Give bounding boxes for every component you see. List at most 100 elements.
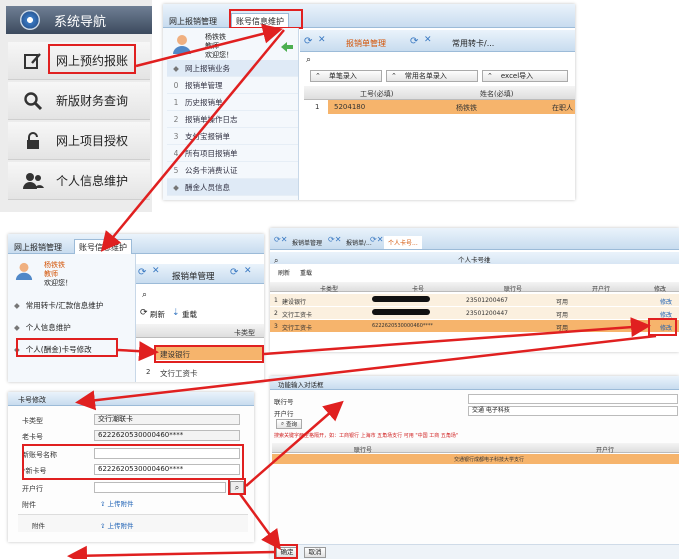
bank-search-title: 功能输入对话框 xyxy=(278,381,324,389)
refresh-tab-icon[interactable]: ⟳✕ xyxy=(274,235,287,244)
nav-item-finance-query[interactable]: 新版财务查询 xyxy=(8,82,150,120)
tab-personal-card[interactable]: 个人卡号... xyxy=(384,236,422,249)
menu-item-all-projects[interactable]: 4 所有项目报销单 xyxy=(167,145,298,162)
system-nav-header: 系统导航 xyxy=(6,6,152,34)
column-header-name: 姓名(必填) xyxy=(480,90,514,98)
nav-item-project-authorization[interactable]: 网上项目授权 xyxy=(8,122,150,160)
search-icon[interactable]: ⌕ xyxy=(306,55,311,65)
menu-item-num: 0 xyxy=(173,80,179,90)
diamond-icon: ◆ xyxy=(173,182,179,192)
refresh-tab-icon[interactable]: ⟳ xyxy=(304,36,312,47)
row-id: 5204180 xyxy=(334,103,366,111)
column-header-card-type: 卡类型 xyxy=(234,329,255,337)
arrow-ok-back xyxy=(67,545,277,559)
highlight-card-row xyxy=(154,345,264,363)
refresh-tab-icon[interactable]: ⟳✕ xyxy=(328,235,341,244)
field-label-old-card: 老卡号 xyxy=(22,433,43,441)
row-bank: 可用 xyxy=(556,299,569,306)
reload-label[interactable]: 重载 xyxy=(182,309,197,320)
system-nav-logo-icon xyxy=(20,10,40,30)
menu-item-history[interactable]: 1 历史报销单 xyxy=(167,94,298,111)
close-tab-icon[interactable]: ✕ xyxy=(152,266,160,276)
chevron-up-icon: ⌃ xyxy=(391,72,397,80)
tab-reimbursement-manage[interactable]: 报销单管理 xyxy=(168,268,219,284)
menu-item-label: 报销单管理 xyxy=(185,80,223,90)
close-tab-icon[interactable]: ✕ xyxy=(244,266,252,276)
menu-item-personal-info[interactable]: ◆ 个人信息维护 xyxy=(8,320,136,334)
refresh-tab-icon[interactable]: ⟳ xyxy=(230,267,238,278)
upload-attachment-label: 上传附件 xyxy=(107,522,134,530)
table-row-selected[interactable] xyxy=(270,320,679,332)
refresh-icon[interactable]: ⟳ xyxy=(140,308,148,318)
edit-link[interactable]: 修改 xyxy=(660,297,672,306)
tab-reimbursement-manage[interactable]: 报销单管理 xyxy=(288,236,326,249)
tab-common-transfer[interactable]: 常用转卡/... xyxy=(448,36,498,51)
menu-item-label: 常用转卡/汇款信息维护 xyxy=(25,300,104,310)
tab-account-info[interactable]: 账号信息维护 xyxy=(74,239,132,255)
search-icon[interactable]: ⌕ xyxy=(274,256,278,266)
welcome-text: 欢迎您！ xyxy=(205,51,233,59)
menu-item-log[interactable]: 2 报销单操作日志 xyxy=(167,111,298,128)
single-entry-label: 单笔录入 xyxy=(328,72,357,80)
bank-field[interactable] xyxy=(94,482,226,493)
upload-icon: ⇪ xyxy=(100,522,106,530)
diamond-icon: ◆ xyxy=(14,322,20,332)
tab-online-reimbursement[interactable]: 网上报销管理 xyxy=(10,240,66,255)
redacted-card-number xyxy=(372,309,430,315)
highlight-account-tab xyxy=(229,9,303,29)
upload-attachment-button[interactable]: ⇪ 上传附件 xyxy=(100,520,134,530)
lianhang-field[interactable] xyxy=(468,394,678,404)
row-lianhang: 23501200467 xyxy=(466,297,508,304)
nav-item-personal-info[interactable]: 个人信息维护 xyxy=(8,162,150,200)
menu-item-alipay[interactable]: 3 支付宝报销单 xyxy=(167,128,298,145)
refresh-label[interactable]: 刷新 xyxy=(278,268,290,277)
dialog-footer xyxy=(270,544,679,559)
card-type-field[interactable]: 交行潮联卡 xyxy=(94,414,240,425)
menu-item-reimbursement-manage[interactable]: 0 报销单管理 xyxy=(167,77,298,94)
close-tab-icon[interactable]: ✕ xyxy=(318,35,326,45)
excel-import-button[interactable]: ⌃ excel导入 xyxy=(482,70,568,82)
tab-online-reimbursement[interactable]: 网上报销管理 xyxy=(165,14,221,29)
tab-reimbursement-manage[interactable]: 报销单管理 xyxy=(342,36,390,51)
query-button[interactable]: ⌕ 查询 xyxy=(276,419,302,429)
field-label-bank: 开户行 xyxy=(22,485,43,493)
row-card-type: 建设银行 xyxy=(282,299,307,306)
column-header: 联行号 xyxy=(504,286,523,293)
menu-item-label: 支付宝报销单 xyxy=(185,131,230,141)
menu-item-payee-info[interactable]: ◆ 酬金人员信息 xyxy=(167,179,298,196)
menu-item-transfer-info[interactable]: ◆ 常用转卡/汇款信息维护 xyxy=(8,298,136,312)
menu-item-label: 网上报销业务 xyxy=(185,63,230,73)
users-icon xyxy=(22,170,44,192)
refresh-label[interactable]: 刷新 xyxy=(150,309,165,320)
menu-item-num: 1 xyxy=(173,97,179,107)
old-card-field[interactable]: 6222620530000460**** xyxy=(94,430,240,441)
cancel-button[interactable]: 取消 xyxy=(304,547,326,558)
column-header-lianhang: 联行号 xyxy=(354,447,373,454)
column-header: 卡号 xyxy=(412,286,425,293)
row-num: 2 xyxy=(274,310,278,317)
reload-icon[interactable]: ⇣ xyxy=(172,308,180,318)
refresh-tab-icon[interactable]: ⟳ xyxy=(138,267,146,278)
welcome-text: 欢迎您！ xyxy=(44,279,72,287)
attachment-label: 附件 xyxy=(32,522,45,530)
reload-label[interactable]: 重载 xyxy=(300,268,312,277)
back-arrow-icon[interactable] xyxy=(281,42,293,52)
common-list-entry-button[interactable]: ⌃ 常用名单录入 xyxy=(386,70,478,82)
single-entry-button[interactable]: ⌃ 单笔录入 xyxy=(310,70,382,82)
refresh-tab-icon[interactable]: ⟳✕ xyxy=(370,235,383,244)
search-icon[interactable]: ⌕ xyxy=(142,290,147,300)
menu-item-official-card[interactable]: 5 公务卡消费认证 xyxy=(167,162,298,179)
menu-item-online-business[interactable]: ◆ 网上报销业务 xyxy=(167,60,298,77)
upload-attachment-button[interactable]: ⇪ 上传附件 xyxy=(100,498,134,508)
highlight-ok-button xyxy=(274,544,298,559)
menu-item-num: 2 xyxy=(173,114,179,124)
row-bank-result: 交通银行成都电子科技大学支行 xyxy=(454,457,525,463)
close-tab-icon[interactable]: ✕ xyxy=(424,35,432,45)
refresh-tab-icon[interactable]: ⟳ xyxy=(410,36,418,47)
menu-item-label: 公务卡消费认证 xyxy=(185,165,238,175)
redacted-card-number xyxy=(372,296,430,302)
reimbursement-table-header xyxy=(304,86,575,100)
bank-keyword-field[interactable]: 交通 电子科技 xyxy=(468,406,678,416)
column-header-bank: 开户行 xyxy=(596,447,615,454)
bank-result-header xyxy=(272,443,679,453)
